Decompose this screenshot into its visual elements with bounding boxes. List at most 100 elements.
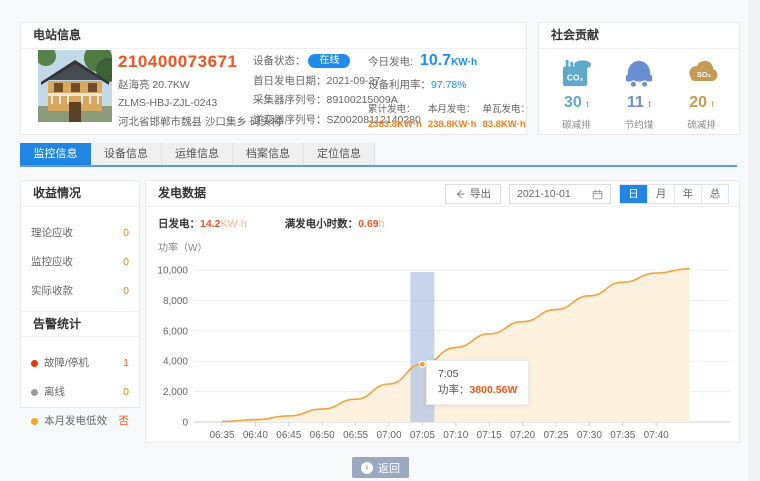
range-year-button[interactable]: 年	[674, 185, 701, 203]
range-day-button[interactable]: 日	[620, 185, 647, 203]
svg-text:07:35: 07:35	[610, 430, 635, 441]
solar-station-dashboard: 电站信息	[0, 0, 760, 481]
svg-text:07:15: 07:15	[477, 430, 502, 441]
station-id: 210400073671	[118, 52, 256, 72]
today-gen-value: 10.7	[420, 52, 451, 69]
tab-monitoring[interactable]: 监控信息	[20, 143, 91, 165]
back-button-label: 返回	[378, 460, 400, 476]
daily-gen-unit: KW·h	[220, 218, 246, 230]
station-info-panel: 电站信息	[20, 22, 527, 135]
tooltip-time: 7:05	[438, 366, 517, 382]
full-hours-unit: h	[379, 218, 385, 230]
svg-text:06:45: 06:45	[276, 430, 301, 441]
co2-factory-icon: CO₂	[559, 58, 593, 88]
calendar-icon	[592, 189, 603, 200]
station-house-photo	[38, 50, 112, 122]
page-scrollbar[interactable]	[748, 0, 760, 481]
co2-value: 30	[564, 94, 582, 111]
y-axis-label: 功率（W）	[146, 239, 739, 254]
svg-text:07:30: 07:30	[577, 430, 602, 441]
so2-reduction-item: SO₂ 20 t 硫减排	[685, 58, 719, 131]
generation-data-panel: 发电数据 导出 2021-10-01 日 月 年 总 日发电：14.	[145, 180, 740, 443]
first-gen-label: 首日发电日期：	[253, 75, 327, 87]
tab-location[interactable]: 定位信息	[304, 143, 375, 165]
station-panel-body: 210400073671 赵海亮 20.7KW ZLMS-HBJ-ZJL-024…	[21, 49, 526, 135]
alarm-section-title: 告警统计	[21, 311, 139, 337]
svg-text:07:20: 07:20	[510, 430, 535, 441]
range-total-button[interactable]: 总	[701, 185, 728, 203]
svg-text:2,000: 2,000	[163, 387, 188, 398]
so2-label: 硫减排	[685, 117, 719, 131]
co2-label: 碳减排	[559, 117, 593, 131]
coal-unit: t	[648, 99, 651, 109]
svg-text:0: 0	[182, 418, 188, 429]
range-toggle-group: 日 月 年 总	[619, 184, 729, 204]
station-basic-info: 210400073671 赵海亮 20.7KW ZLMS-HBJ-ZJL-024…	[118, 52, 256, 129]
full-hours-value: 0.69	[358, 218, 378, 230]
utilization-label: 设备利用率：	[368, 79, 431, 91]
revenue-section-title: 收益情况	[21, 181, 139, 207]
station-panel-title: 电站信息	[21, 23, 526, 49]
svg-text:06:35: 06:35	[209, 430, 234, 441]
device-status-label: 设备状态：	[253, 55, 306, 67]
so2-value: 20	[689, 94, 707, 111]
total-gen-stat: 累计发电： 2383.8KW·h	[368, 101, 422, 130]
today-gen-unit: KW·h	[451, 57, 477, 68]
power-line-chart-svg: 02,0004,0006,0008,00010,00006:3506:4006:…	[154, 256, 733, 448]
export-button[interactable]: 导出	[445, 184, 501, 204]
station-address: 河北省邯郸市魏县 沙口集乡 码头村	[118, 114, 256, 129]
back-circle-icon: ‹	[361, 462, 373, 474]
coal-saved-item: 11 t 节约煤	[622, 58, 656, 131]
tab-underline	[20, 165, 737, 167]
range-month-button[interactable]: 月	[647, 185, 674, 203]
svg-text:6,000: 6,000	[163, 326, 188, 337]
collector-sn-label: 采集器序列号：	[253, 94, 327, 106]
chart-panel-header: 发电数据 导出 2021-10-01 日 月 年 总	[146, 181, 739, 207]
co2-unit: t	[586, 99, 589, 109]
svg-text:8,000: 8,000	[163, 296, 188, 307]
svg-text:07:10: 07:10	[443, 430, 468, 441]
back-button[interactable]: ‹ 返回	[352, 457, 409, 478]
svg-text:CO₂: CO₂	[567, 73, 584, 83]
inverter-sn-label: 逆变器序列号：	[253, 114, 327, 126]
svg-text:07:40: 07:40	[644, 430, 669, 441]
svg-text:10,000: 10,000	[157, 266, 188, 277]
alarm-row-fault: 故障/停机 1	[31, 355, 129, 370]
revenue-row-monitored: 监控应收 0	[31, 254, 129, 269]
revenue-row-theoretical: 理论应收 0	[31, 225, 129, 240]
co2-reduction-item: CO₂ 30 t 碳减排	[559, 58, 593, 131]
full-hours-label: 满发电小时数：	[285, 218, 359, 230]
tab-operation[interactable]: 运维信息	[162, 143, 233, 165]
offline-dot-icon	[31, 389, 38, 396]
tab-archive[interactable]: 档案信息	[233, 143, 304, 165]
date-picker[interactable]: 2021-10-01	[509, 184, 611, 204]
so2-cloud-icon: SO₂	[685, 58, 719, 88]
svg-text:4,000: 4,000	[163, 357, 188, 368]
alarm-row-low-efficiency: 本月发电低效 否	[31, 413, 129, 428]
station-kpis: 今日发电:10.7KW·h 设备利用率：97.78% 累计发电： 2383.8K…	[368, 52, 523, 130]
fault-dot-icon	[31, 360, 38, 367]
svg-text:07:00: 07:00	[376, 430, 401, 441]
coal-value: 11	[627, 94, 644, 111]
svg-text:07:25: 07:25	[543, 430, 568, 441]
svg-text:06:50: 06:50	[310, 430, 335, 441]
export-arrow-icon	[455, 189, 466, 200]
tooltip-label: 功率：	[438, 384, 470, 396]
month-gen-stat: 本月发电： 238.8KW·h	[428, 101, 477, 130]
chart-toolbar: 导出 2021-10-01 日 月 年 总	[445, 184, 729, 204]
today-gen-label: 今日发电:	[368, 56, 413, 68]
tooltip-value: 3800.56W	[470, 384, 518, 396]
device-status-badge: 在线	[308, 54, 350, 68]
svg-text:SO₂: SO₂	[696, 70, 710, 79]
daily-gen-label: 日发电：	[158, 218, 200, 230]
chart-summary-stats: 日发电：14.2KW·h满发电小时数：0.69h	[146, 207, 739, 231]
coal-label: 节约煤	[622, 117, 656, 131]
station-device-meta: 设备状态： 在线 首日发电日期：2021-09-27 采集器序列号：891002…	[253, 54, 373, 132]
revenue-row-received: 实际收款 0	[31, 283, 129, 298]
social-contribution-panel: 社会贡献 CO₂ 30 t 碳减排	[538, 22, 740, 135]
date-value: 2021-10-01	[517, 182, 571, 207]
power-curve-chart[interactable]: 02,0004,0006,0008,00010,00006:3506:4006:…	[154, 256, 731, 452]
tab-device[interactable]: 设备信息	[91, 143, 162, 165]
station-code: ZLMS-HBJ-ZJL-0243	[118, 97, 256, 109]
revenue-alarm-panel: 收益情况 理论应收 0 监控应收 0 实际收款 0 告警统计 故障/停机 1 离…	[20, 180, 140, 408]
